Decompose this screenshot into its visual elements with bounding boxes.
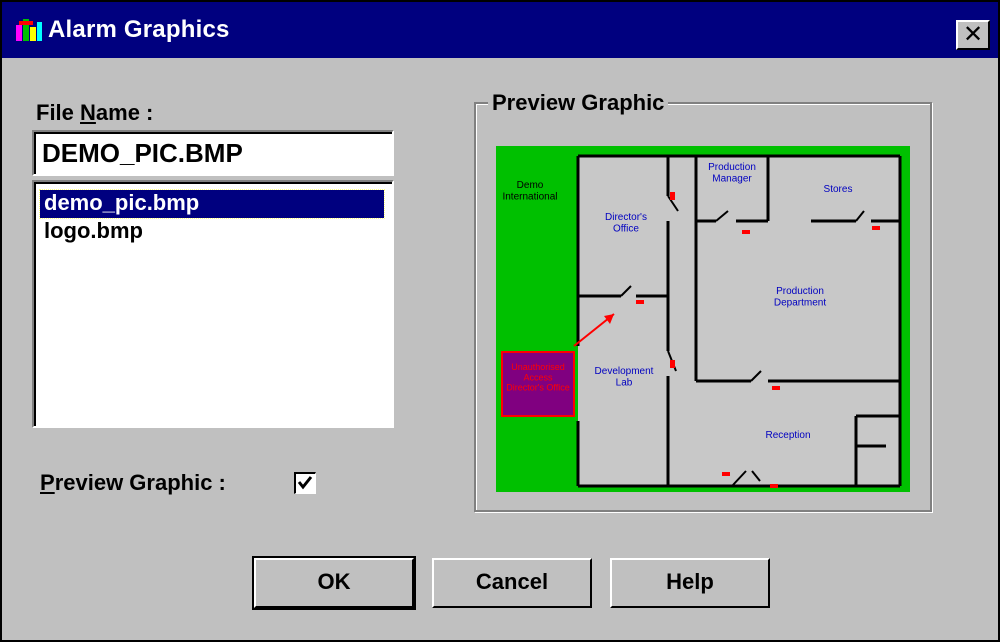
file-name-label-suffix: ame :	[95, 100, 154, 125]
file-name-input[interactable]: DEMO_PIC.BMP	[32, 130, 394, 176]
preview-graphic-checkbox[interactable]	[294, 472, 316, 494]
preview-group-title: Preview Graphic	[488, 90, 669, 116]
room-label-reception: Reception	[765, 430, 810, 441]
file-name-label-hotkey: N	[80, 100, 96, 125]
floor-plan-preview: Demo International Director's Office Produ…	[496, 146, 910, 492]
preview-graphic-label: Preview Graphic :	[40, 470, 226, 496]
list-item-demo-pic[interactable]: demo_pic.bmp	[39, 189, 385, 219]
file-name-label: File Name :	[36, 100, 153, 126]
window-title: Alarm Graphics	[48, 16, 230, 43]
title-bar[interactable]: Alarm Graphics ✕	[2, 2, 998, 58]
file-name-label-prefix: File	[36, 100, 81, 125]
list-item-logo[interactable]: logo.bmp	[40, 218, 384, 246]
app-icon	[16, 19, 42, 41]
alarm-graphics-dialog: Alarm Graphics ✕ File Name : DEMO_PIC.BM…	[0, 0, 1000, 642]
file-list[interactable]: demo_pic.bmp logo.bmp	[32, 180, 394, 428]
room-label-prod-dept: Production Department	[774, 286, 826, 309]
preview-label-hotkey: P	[40, 470, 55, 495]
room-label-prod-manager: Production Manager	[708, 162, 756, 185]
close-icon: ✕	[962, 20, 984, 48]
close-button[interactable]: ✕	[956, 20, 990, 50]
room-label-stores: Stores	[824, 184, 853, 195]
building-floor	[578, 156, 900, 486]
checkmark-icon	[297, 476, 313, 490]
ok-button[interactable]: OK	[252, 556, 416, 610]
file-name-input-frame	[34, 132, 392, 174]
help-button[interactable]: Help	[610, 558, 770, 608]
cancel-button[interactable]: Cancel	[432, 558, 592, 608]
preview-label-rest: review Graphic :	[54, 470, 226, 495]
